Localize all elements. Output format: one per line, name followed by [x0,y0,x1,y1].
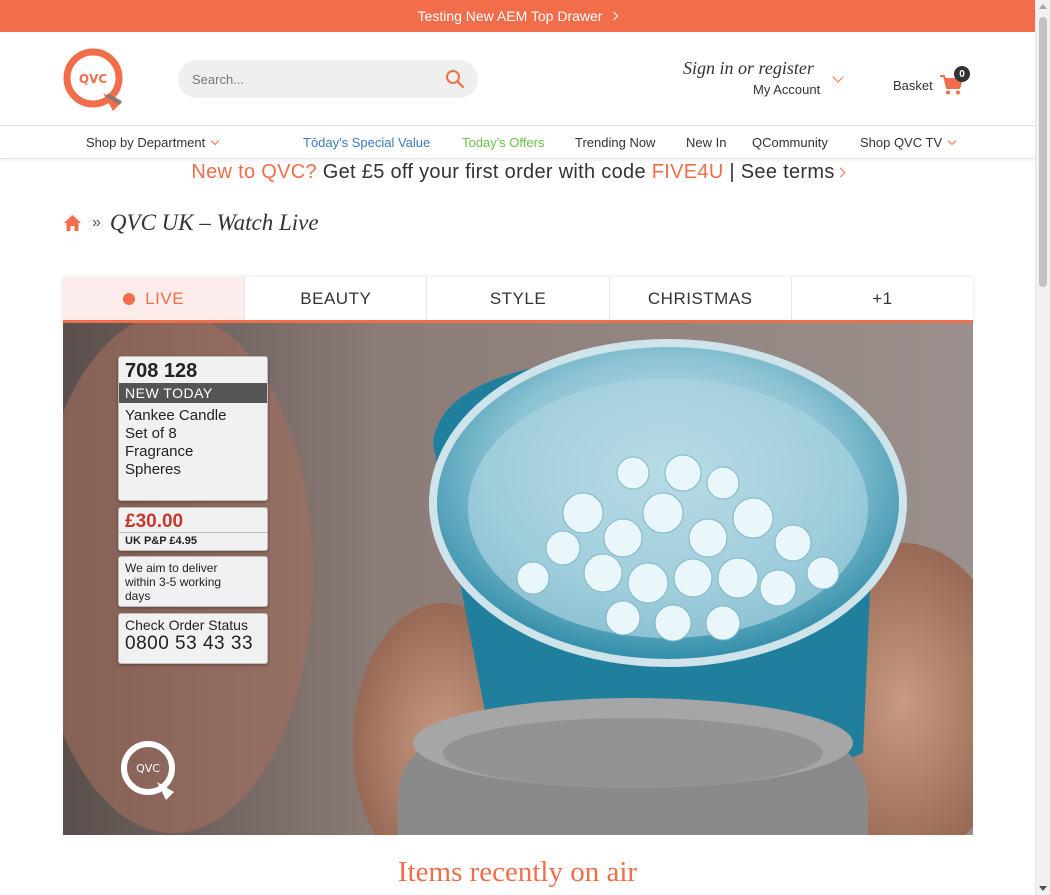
top-drawer-banner[interactable]: Testing New AEM Top Drawer [0,0,1035,32]
promo-banner: New to QVC? Get £5 off your first order … [0,161,1035,184]
delivery-info: We aim to deliver within 3-5 working day… [118,556,268,607]
main-nav: Shop by Department Tōday's Special Value… [0,126,1035,159]
scrollbar-thumb[interactable] [1039,17,1047,287]
my-account-label[interactable]: My Account [753,82,820,97]
qvc-logo[interactable]: QVC [63,47,125,111]
promo-code: FIVE4U [651,161,724,183]
nav-shop-qvc-tv[interactable]: Shop QVC TV [860,135,957,150]
see-terms-link[interactable]: | See terms [724,161,835,183]
account-menu[interactable]: Sign in or register My Account [683,58,848,97]
nav-trending-now[interactable]: Trending Now [575,135,655,150]
search-box [178,60,478,98]
tab-style[interactable]: STYLE [427,277,610,320]
nav-todays-special-value[interactable]: Tōday's Special Value [303,135,430,150]
qvc-watermark-logo: QVC [119,738,179,803]
tab-label: STYLE [489,288,547,308]
basket-label[interactable]: Basket [893,78,933,93]
promo-lead: New to QVC? [191,161,317,183]
basket-count-badge: 0 [954,66,970,82]
nav-label: Shop by Department [86,135,206,150]
item-number: 708 128 [125,360,198,382]
page: Testing New AEM Top Drawer QVC Sign in o… [0,0,1035,895]
nav-todays-offers[interactable]: Today's Offers [462,135,544,150]
channel-tabs: LIVE BEAUTY STYLE CHRISTMAS +1 [63,277,974,323]
new-today-badge: NEW TODAY [119,383,267,403]
watermark-text: QVC [136,762,160,775]
home-icon[interactable] [63,214,82,232]
nav-qcommunity[interactable]: QCommunity [752,135,828,150]
tab-label: LIVE [145,288,185,308]
tab-live[interactable]: LIVE [63,277,246,320]
scrollbar[interactable] [1035,0,1050,895]
order-status-card: Check Order Status 0800 53 43 33 [118,613,268,664]
tab-christmas[interactable]: CHRISTMAS [609,277,792,320]
basket-button[interactable]: Basket 0 [893,66,970,96]
price-card: £30.00 UK P&P £4.95 [118,507,268,551]
order-status-label: Check Order Status [125,617,248,633]
top-drawer-text[interactable]: Testing New AEM Top Drawer [418,8,603,24]
tab-label: +1 [872,288,893,308]
tab-label: CHRISTMAS [647,288,753,308]
chevron-down-icon [947,136,957,146]
chevron-right-icon [610,11,619,21]
promo-text: Get £5 off your first order with code [316,161,652,183]
chevron-down-icon [210,136,220,146]
nav-new-in[interactable]: New In [686,135,726,150]
site-header: QVC Sign in or register My Account Baske… [0,32,1035,126]
search-input[interactable] [178,71,428,87]
postage-price: UK P&P £4.95 [125,535,197,547]
tab-beauty[interactable]: BEAUTY [245,277,428,320]
order-status-phone: 0800 53 43 33 [125,633,254,654]
page-title: QVC UK – Watch Live [109,210,319,235]
breadcrumb-separator: » [92,214,101,231]
nav-shop-by-department[interactable]: Shop by Department [86,135,220,150]
tab-plus-one[interactable]: +1 [791,277,974,320]
product-price: £30.00 [119,508,267,533]
scroll-up-icon[interactable] [1039,4,1047,9]
product-info-card: 708 128 NEW TODAY Yankee Candle Set of 8… [118,356,268,501]
section-title: Items recently on air [397,856,638,888]
breadcrumb: » QVC UK – Watch Live [63,210,319,236]
scroll-down-icon[interactable] [1039,886,1047,891]
tab-label: BEAUTY [300,288,372,308]
chevron-right-icon[interactable] [835,167,846,178]
product-name: Yankee Candle Set of 8 Fragrance Spheres [125,407,227,478]
nav-label: Shop QVC TV [860,135,943,150]
live-indicator-icon [123,292,136,305]
live-video-player[interactable]: 708 128 NEW TODAY Yankee Candle Set of 8… [63,323,973,835]
search-icon[interactable] [445,69,465,89]
signin-register-link[interactable]: Sign in or register [683,58,848,79]
logo-text: QVC [79,72,107,86]
